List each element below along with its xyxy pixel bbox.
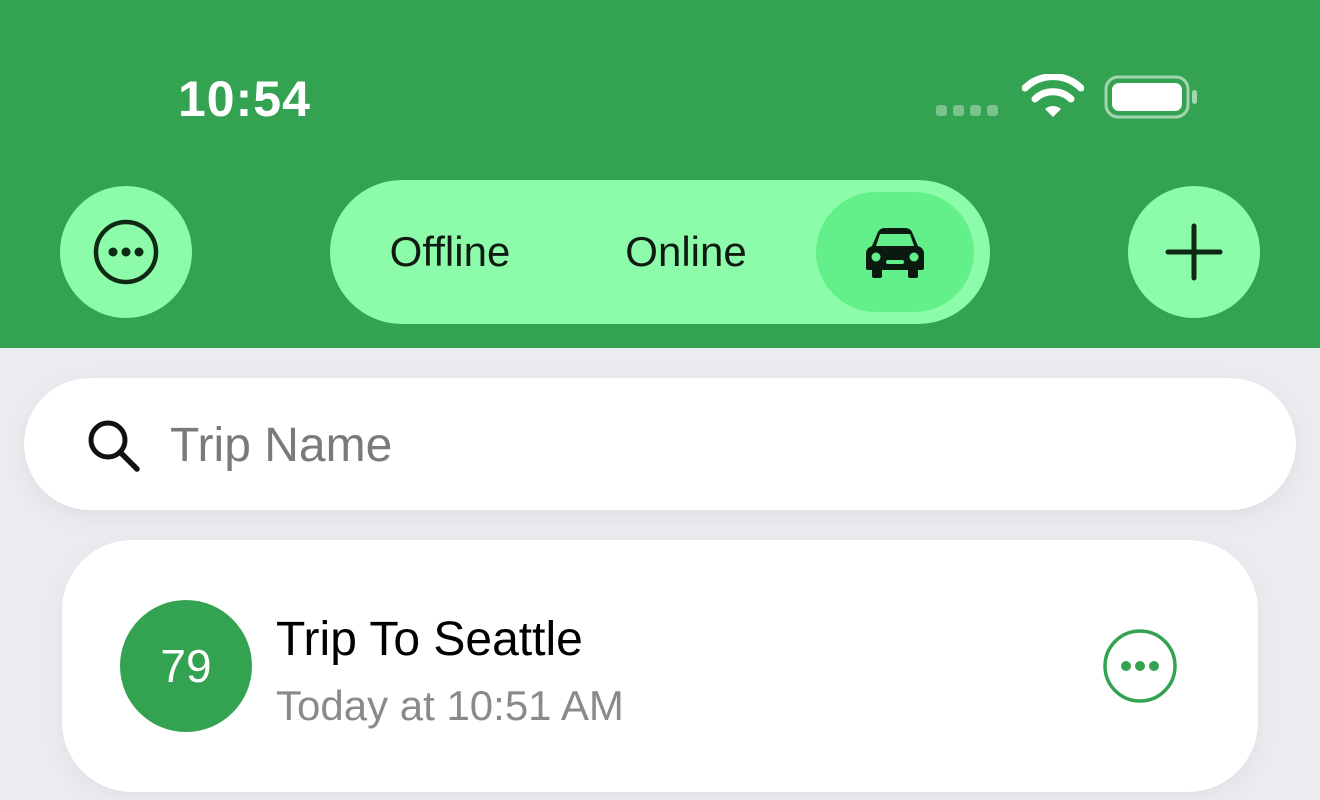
battery-icon — [1104, 75, 1197, 119]
segment-online[interactable]: Online — [596, 180, 776, 324]
segment-drive[interactable] — [816, 192, 974, 312]
segment-offline[interactable]: Offline — [360, 180, 540, 324]
status-time: 10:54 — [178, 71, 311, 127]
mode-segmented-control: Offline Online — [330, 180, 990, 324]
trip-more-button[interactable] — [1102, 628, 1178, 704]
menu-button[interactable] — [60, 186, 192, 318]
ellipsis-circle-icon — [93, 219, 159, 285]
car-icon — [866, 228, 924, 278]
wifi-icon — [1022, 74, 1084, 117]
search-bar[interactable] — [24, 378, 1296, 510]
trip-number-badge: 79 — [120, 600, 252, 732]
plus-icon — [1165, 223, 1223, 281]
trip-date: Today at 10:51 AM — [276, 682, 624, 729]
header: 10:54 Offline Online — [0, 0, 1320, 348]
trip-title: Trip To Seattle — [276, 613, 583, 666]
signal-dots-icon — [936, 105, 998, 116]
trip-list-item[interactable]: 79 Trip To Seattle Today at 10:51 AM — [62, 540, 1258, 792]
search-input[interactable] — [168, 406, 1252, 484]
add-button[interactable] — [1128, 186, 1260, 318]
search-icon — [88, 420, 140, 472]
